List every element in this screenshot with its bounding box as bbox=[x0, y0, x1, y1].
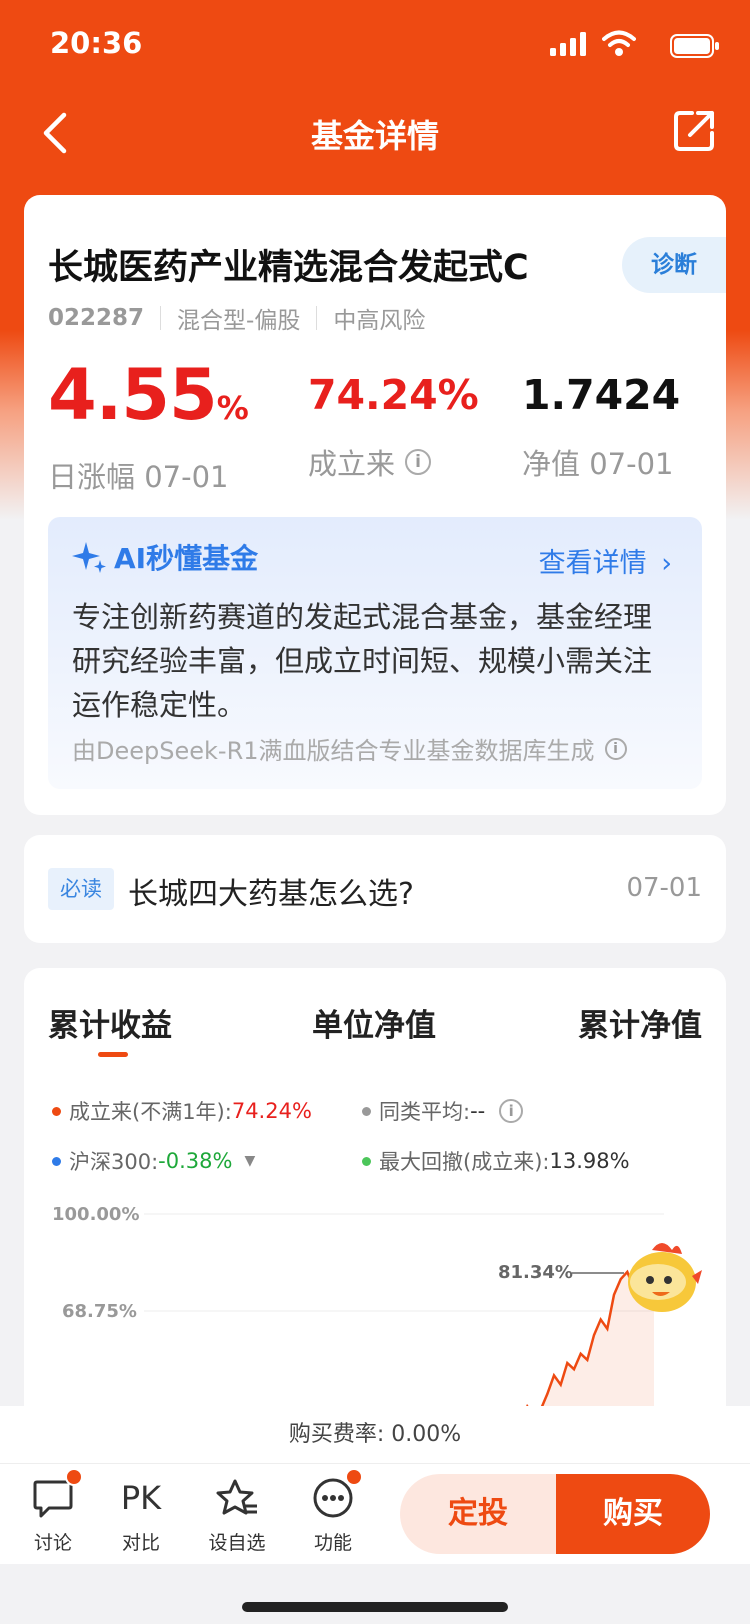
legend-since-inception[interactable]: 成立来(不满1年): 74.24% bbox=[52, 1096, 312, 1126]
must-read-card[interactable]: 必读 长城四大药基怎么选? 07-01 bbox=[24, 835, 726, 943]
legend-dot bbox=[52, 1106, 61, 1116]
legend-hs300-value: -0.38% bbox=[158, 1149, 233, 1173]
daily-change-stat: 4.55% 日涨幅 07-01 bbox=[48, 354, 249, 496]
notification-badge bbox=[345, 1468, 363, 1486]
status-bar: 20:36 bbox=[0, 0, 750, 90]
daily-change-unit: % bbox=[216, 389, 249, 427]
since-inception-stat: 74.24% 成立来 i bbox=[308, 355, 479, 483]
performance-chart-card: 累计收益 单位净值 累计净值 成立来(不满1年): 74.24% 同类平均: -… bbox=[24, 968, 726, 1468]
page-title: 基金详情 bbox=[310, 117, 439, 155]
tab-cumulative-return[interactable]: 累计收益 bbox=[48, 1000, 172, 1045]
since-inception-value: 74.24% bbox=[308, 371, 479, 419]
fund-risk: 中高风险 bbox=[333, 308, 426, 334]
functions-button[interactable]: 功能 bbox=[298, 1468, 368, 1555]
tab-cumulative-nav[interactable]: 累计净值 bbox=[578, 1000, 702, 1045]
legend-drawdown-value: 13.98% bbox=[549, 1149, 630, 1173]
notification-badge bbox=[65, 1468, 83, 1486]
fund-type: 混合型-偏股 bbox=[177, 308, 301, 334]
compare-button[interactable]: PK 对比 bbox=[106, 1476, 176, 1555]
daily-change-value: 4.55% bbox=[48, 354, 249, 448]
active-tab-indicator bbox=[98, 1052, 128, 1057]
legend-hs300-label: 沪深300: bbox=[69, 1150, 159, 1174]
info-icon[interactable]: i bbox=[405, 449, 432, 475]
must-read-tag: 必读 bbox=[48, 868, 114, 910]
since-inception-label-row: 成立来 i bbox=[308, 441, 479, 483]
must-read-date: 07-01 bbox=[626, 873, 702, 903]
ai-title: AI秒懂基金 bbox=[114, 542, 259, 575]
fund-code: 022287 bbox=[48, 305, 145, 331]
ai-summary-text: 专注创新药赛道的发起式混合基金，基金经理研究经验丰富，但成立时间短、规模小需关注… bbox=[72, 600, 653, 722]
legend-since-label: 成立来(不满1年): bbox=[69, 1100, 232, 1124]
divider bbox=[160, 306, 162, 330]
chat-bubble-icon bbox=[31, 1468, 83, 1520]
divider bbox=[316, 306, 318, 330]
legend-dot bbox=[52, 1156, 61, 1166]
bottom-toolbar: 讨论 PK 对比 设自选 功能 定投 购买 bbox=[0, 1464, 750, 1564]
legend-dot bbox=[362, 1106, 371, 1116]
diagnose-button[interactable]: 诊断 bbox=[622, 237, 726, 293]
signal-icon bbox=[550, 32, 586, 56]
discuss-button[interactable]: 讨论 bbox=[18, 1468, 88, 1555]
chevron-right-icon: › bbox=[661, 548, 672, 579]
invest-plan-button[interactable]: 定投 bbox=[400, 1474, 556, 1554]
share-icon[interactable] bbox=[672, 109, 716, 153]
daily-change-label: 日涨幅 07-01 bbox=[48, 460, 229, 494]
nav-bar: 基金详情 bbox=[0, 95, 750, 175]
y-tick-label: 100.00% bbox=[52, 1204, 140, 1225]
must-read-title: 长城四大药基怎么选? bbox=[128, 877, 414, 912]
fund-summary-card: 长城医药产业精选混合发起式C 诊断 022287 混合型-偏股 中高风险 4.5… bbox=[24, 195, 726, 815]
status-time: 20:36 bbox=[50, 26, 143, 60]
nav-value: 1.7424 bbox=[522, 371, 681, 419]
legend-dot bbox=[362, 1156, 371, 1166]
nav-label: 净值 07-01 bbox=[522, 447, 674, 481]
mascot-icon[interactable] bbox=[628, 1243, 702, 1312]
info-icon[interactable]: i bbox=[604, 737, 627, 760]
star-list-icon bbox=[215, 1476, 259, 1520]
more-icon bbox=[311, 1468, 363, 1520]
dropdown-triangle-icon[interactable]: ▼ bbox=[244, 1153, 255, 1169]
legend-hs300[interactable]: 沪深300: -0.38% ▼ bbox=[52, 1146, 255, 1176]
fund-name: 长城医药产业精选混合发起式C bbox=[48, 248, 529, 288]
home-indicator-area bbox=[0, 1564, 750, 1624]
ai-footer: 由DeepSeek-R1满血版结合专业基金数据库生成 i bbox=[72, 731, 627, 766]
sparkle-icon bbox=[72, 542, 106, 573]
add-watchlist-button[interactable]: 设自选 bbox=[202, 1476, 272, 1555]
functions-label: 功能 bbox=[313, 1532, 352, 1554]
buy-button[interactable]: 购买 bbox=[556, 1474, 710, 1554]
legend-since-value: 74.24% bbox=[231, 1099, 312, 1123]
y-tick-label: 68.75% bbox=[62, 1301, 137, 1322]
since-inception-label: 成立来 bbox=[308, 447, 396, 481]
ai-detail-link[interactable]: 查看详情 › bbox=[539, 541, 672, 580]
wifi-icon bbox=[602, 30, 636, 56]
nav-stat: 1.7424 净值 07-01 bbox=[522, 355, 680, 483]
ai-summary-box[interactable]: AI秒懂基金 查看详情 › 专注创新药赛道的发起式混合基金，基金经理研究经验丰富… bbox=[48, 517, 702, 789]
tab-unit-nav[interactable]: 单位净值 bbox=[312, 1000, 436, 1045]
ai-footer-text: 由DeepSeek-R1满血版结合专业基金数据库生成 bbox=[72, 737, 595, 765]
legend-peer-value: -- bbox=[470, 1099, 486, 1123]
battery-icon bbox=[670, 34, 719, 58]
info-icon[interactable]: i bbox=[499, 1099, 524, 1123]
pk-icon: PK bbox=[120, 1479, 162, 1517]
watchlist-label: 设自选 bbox=[208, 1532, 266, 1554]
home-indicator[interactable] bbox=[242, 1602, 508, 1612]
discuss-label: 讨论 bbox=[33, 1532, 72, 1554]
legend-max-drawdown: 最大回撤(成立来): 13.98% bbox=[362, 1146, 630, 1176]
ai-title-row: AI秒懂基金 bbox=[70, 537, 258, 577]
ai-detail-label: 查看详情 bbox=[538, 548, 647, 579]
legend-drawdown-label: 最大回撤(成立来): bbox=[379, 1150, 550, 1174]
daily-change-number: 4.55 bbox=[48, 354, 218, 436]
compare-label: 对比 bbox=[121, 1532, 160, 1554]
peak-annotation: 81.34% bbox=[498, 1262, 573, 1283]
legend-peer-label: 同类平均: bbox=[379, 1100, 471, 1124]
legend-peer-average[interactable]: 同类平均: -- i bbox=[362, 1096, 524, 1126]
fund-meta: 022287 混合型-偏股 中高风险 bbox=[48, 301, 425, 335]
purchase-fee-bar: 购买费率: 0.00% bbox=[0, 1406, 750, 1464]
